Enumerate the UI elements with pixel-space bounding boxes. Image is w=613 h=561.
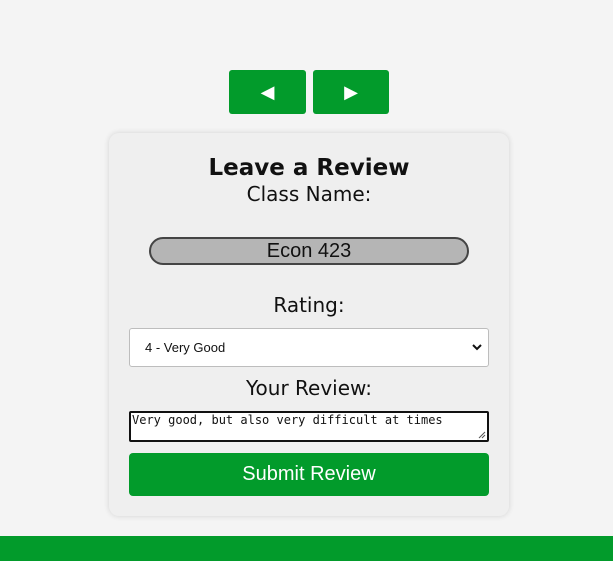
review-label: Your Review:	[245, 376, 373, 400]
next-button[interactable]: ▶	[313, 70, 389, 114]
left-arrow-icon: ◀	[260, 81, 275, 102]
rating-select[interactable]: 4 - Very Good	[129, 328, 489, 367]
previous-button[interactable]: ◀	[229, 70, 306, 114]
rating-selected-value: 4 - Very Good	[145, 340, 226, 355]
review-page: ◀ ▶ Leave a Review Class Name: Econ 423 …	[0, 0, 613, 561]
rating-label: Rating:	[273, 293, 345, 317]
chevron-down-icon	[472, 344, 482, 351]
review-title: Leave a Review	[208, 155, 410, 181]
review-textarea[interactable]: Very good, but also very difficult at ti…	[129, 411, 489, 442]
nav-buttons: ◀ ▶	[229, 70, 389, 114]
submit-review-button[interactable]: Submit Review	[129, 453, 489, 496]
resize-grip-icon[interactable]	[478, 431, 486, 439]
right-arrow-icon: ▶	[344, 81, 358, 102]
review-text: Very good, but also very difficult at ti…	[132, 413, 443, 427]
class-name-label: Class Name:	[246, 182, 372, 206]
class-name-field[interactable]: Econ 423	[149, 237, 469, 265]
review-card: Leave a Review Class Name: Econ 423 Rati…	[109, 133, 509, 516]
footer-bar	[0, 536, 613, 561]
